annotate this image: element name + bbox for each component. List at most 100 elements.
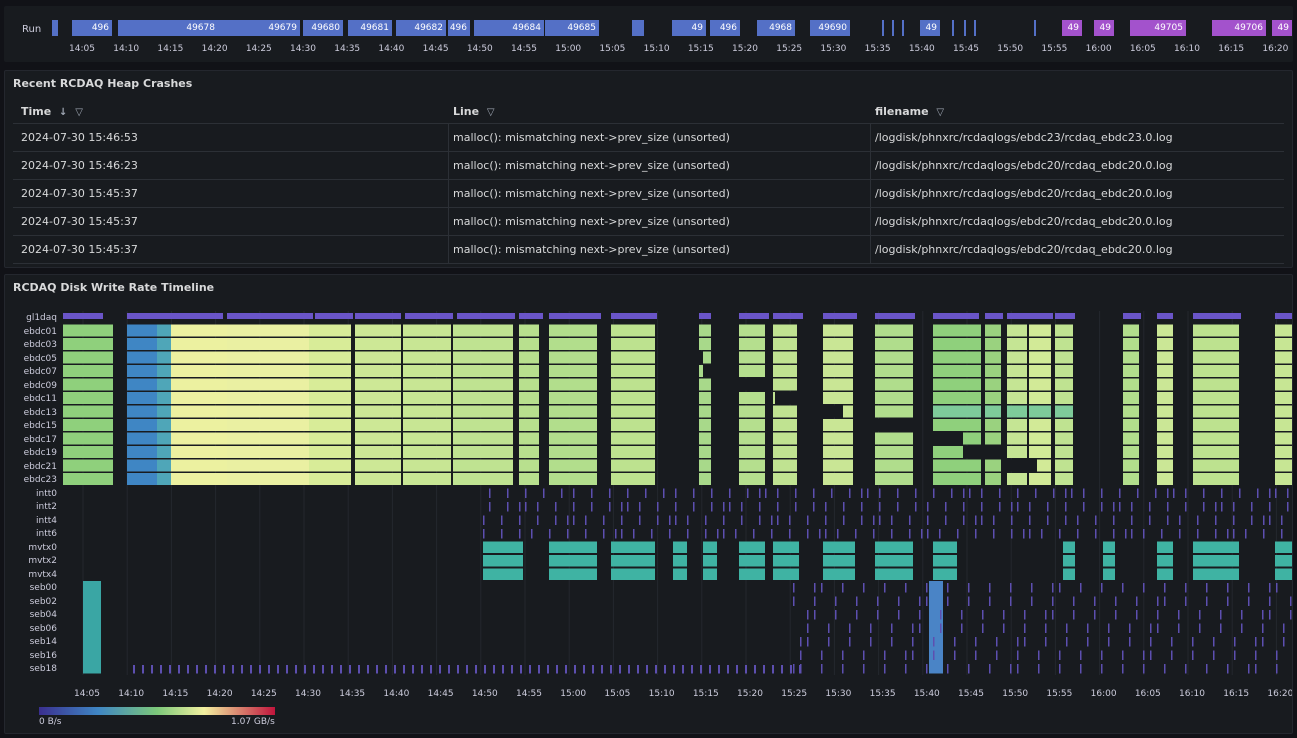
run-segment[interactable]: 49 bbox=[1062, 20, 1082, 36]
ebdc-cell bbox=[355, 365, 401, 377]
run-segment[interactable]: 49 bbox=[1272, 20, 1292, 36]
intt-cell bbox=[1041, 529, 1043, 539]
ebdc-cell bbox=[549, 351, 597, 364]
mvtx-cell bbox=[641, 541, 653, 553]
run-segment[interactable]: 49706 bbox=[1212, 20, 1266, 36]
table-cell: malloc(): mismatching next->prev_size (u… bbox=[453, 243, 730, 256]
table-cell: 2024-07-30 15:46:53 bbox=[21, 131, 138, 144]
gl1daq-cell bbox=[457, 313, 515, 319]
seb-cell bbox=[448, 665, 450, 674]
ebdc-cell bbox=[309, 392, 351, 404]
funnel-icon[interactable]: ▽ bbox=[75, 107, 83, 118]
mvtx-cell bbox=[739, 555, 765, 567]
ebdc-cell bbox=[403, 432, 451, 445]
ebdc-cell bbox=[933, 324, 981, 337]
seb-cell bbox=[520, 665, 522, 674]
ebdc-cell bbox=[1275, 378, 1292, 391]
run-segment[interactable]: 49 bbox=[1094, 20, 1114, 36]
run-segment[interactable] bbox=[1034, 20, 1036, 36]
intt-cell bbox=[603, 515, 605, 525]
run-segment[interactable] bbox=[974, 20, 976, 36]
seb-cell bbox=[1101, 583, 1103, 593]
ebdc-cell bbox=[739, 365, 765, 377]
run-segment[interactable]: 49 bbox=[920, 20, 940, 36]
intt-cell bbox=[1101, 488, 1103, 498]
run-segment[interactable] bbox=[952, 20, 954, 36]
seb-cell bbox=[877, 610, 879, 620]
row-label: seb00 bbox=[29, 583, 57, 593]
run-segment[interactable]: 49 bbox=[672, 20, 706, 36]
intt-cell bbox=[897, 502, 899, 512]
run-segment[interactable]: 49678 bbox=[118, 20, 218, 36]
intt-cell bbox=[669, 529, 671, 539]
intt-cell bbox=[1077, 515, 1079, 525]
row-divider bbox=[13, 235, 1284, 236]
intt-cell bbox=[1233, 529, 1235, 539]
ebdc-cell bbox=[157, 405, 171, 418]
intt-cell bbox=[843, 502, 845, 512]
seb-cell bbox=[412, 665, 414, 674]
run-segment[interactable]: 49681 bbox=[348, 20, 392, 36]
intt-cell bbox=[963, 515, 965, 525]
seb-cell bbox=[933, 650, 935, 660]
sort-arrow-icon[interactable]: ↓ bbox=[59, 107, 67, 118]
intt-cell bbox=[549, 529, 551, 539]
seb-cell bbox=[821, 583, 823, 593]
seb-cell bbox=[1213, 650, 1215, 660]
run-segment[interactable]: 49690 bbox=[810, 20, 850, 36]
run-segment[interactable]: 496 bbox=[710, 20, 740, 36]
column-header-line[interactable]: Line ▽ bbox=[453, 105, 495, 118]
ebdc-cell bbox=[63, 432, 113, 445]
run-segment[interactable]: 496 bbox=[72, 20, 112, 36]
seb-cell bbox=[250, 665, 252, 674]
intt-cell bbox=[507, 502, 509, 512]
run-segment[interactable] bbox=[632, 20, 644, 36]
seb-cell bbox=[1017, 637, 1019, 647]
axis-tick-label: 16:00 bbox=[1090, 689, 1117, 699]
run-segment[interactable]: 49685 bbox=[545, 20, 599, 36]
ebdc-cell bbox=[519, 324, 539, 337]
seb-cell bbox=[863, 583, 865, 593]
column-header-time[interactable]: Time ↓ ▽ bbox=[21, 105, 83, 118]
ebdc-cell bbox=[171, 473, 227, 485]
heatmap[interactable] bbox=[63, 311, 1293, 675]
ebdc-cell bbox=[227, 473, 309, 485]
mvtx-cell bbox=[1193, 568, 1239, 580]
column-header-filename[interactable]: filename ▽ bbox=[875, 105, 944, 118]
intt-cell bbox=[729, 502, 731, 512]
run-segment[interactable] bbox=[52, 20, 58, 36]
gl1daq-cell bbox=[1157, 313, 1173, 319]
intt-cell bbox=[1119, 488, 1121, 498]
ebdc-cell bbox=[611, 419, 655, 431]
seb-cell bbox=[709, 665, 711, 674]
run-segment[interactable]: 49679 bbox=[218, 20, 300, 36]
run-segment[interactable]: 496 bbox=[448, 20, 470, 36]
run-segment[interactable]: 49705 bbox=[1130, 20, 1186, 36]
intt-cell bbox=[819, 529, 821, 539]
intt-cell bbox=[657, 502, 659, 512]
intt-cell bbox=[1011, 502, 1013, 512]
intt-cell bbox=[915, 488, 917, 498]
row-label: intt2 bbox=[36, 502, 57, 512]
run-segment[interactable] bbox=[892, 20, 894, 36]
seb-cell bbox=[884, 583, 886, 593]
run-segment[interactable]: 49684 bbox=[474, 20, 544, 36]
funnel-icon[interactable]: ▽ bbox=[936, 107, 944, 118]
intt-cell bbox=[849, 488, 851, 498]
run-segment[interactable] bbox=[882, 20, 884, 36]
run-segment[interactable] bbox=[902, 20, 904, 36]
seb-cell bbox=[1094, 596, 1096, 606]
run-segment[interactable]: 49682 bbox=[396, 20, 446, 36]
intt-cell bbox=[921, 529, 923, 539]
ebdc-cell bbox=[519, 432, 539, 445]
ebdc-cell bbox=[227, 365, 309, 377]
intt-cell bbox=[687, 515, 689, 525]
run-segment[interactable]: 4968 bbox=[757, 20, 795, 36]
run-segment[interactable] bbox=[964, 20, 966, 36]
intt-cell bbox=[609, 502, 611, 512]
run-segment[interactable]: 49680 bbox=[303, 20, 343, 36]
seb-cell bbox=[1255, 637, 1257, 647]
ebdc-cell bbox=[519, 378, 539, 391]
funnel-icon[interactable]: ▽ bbox=[487, 107, 495, 118]
intt-cell bbox=[519, 529, 521, 539]
